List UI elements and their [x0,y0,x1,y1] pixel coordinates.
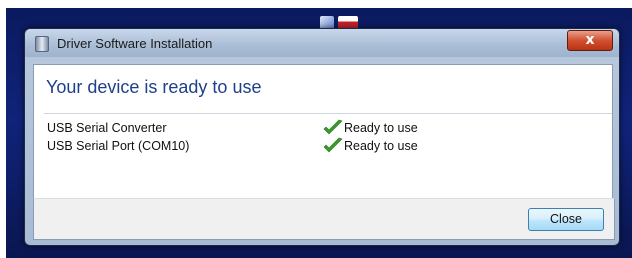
check-icon [323,137,343,153]
dialog-content: Your device is ready to use USB Serial C… [33,64,613,200]
window-close-button[interactable]: x [567,30,613,51]
device-name: USB Serial Port (COM10) [47,139,190,153]
close-button[interactable]: Close [528,208,604,231]
device-status: Ready to use [323,119,418,137]
title-bar[interactable]: Driver Software Installation x [25,29,619,57]
device-status-label: Ready to use [344,139,418,153]
driver-icon [35,36,49,52]
window-title: Driver Software Installation [57,36,213,51]
dialog-footer: Close [33,198,615,240]
device-status-label: Ready to use [344,121,418,135]
device-name: USB Serial Converter [47,121,167,135]
driver-install-dialog: Driver Software Installation x Your devi… [24,28,620,246]
page-title: Your device is ready to use [46,77,262,97]
device-status: Ready to use [323,137,418,155]
divider [44,113,612,114]
check-icon [323,119,343,135]
